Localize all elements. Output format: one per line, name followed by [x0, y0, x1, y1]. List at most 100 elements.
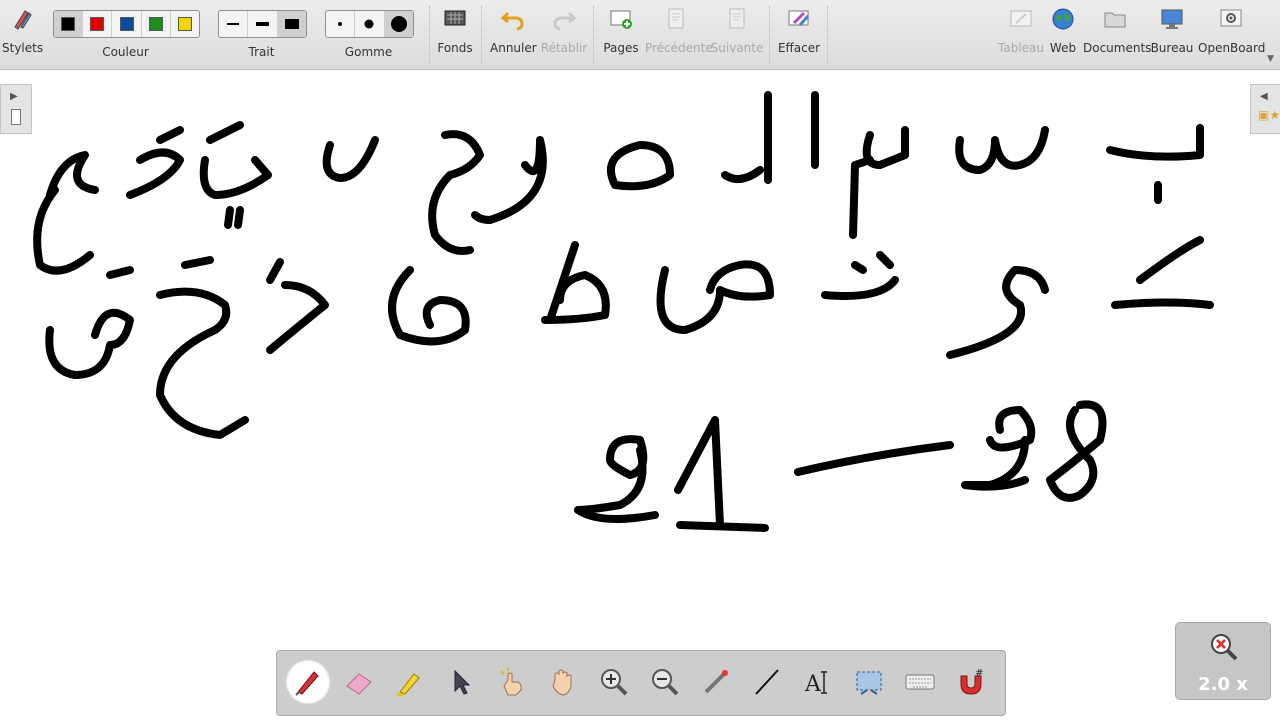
- stylets-label: Stylets: [2, 41, 44, 55]
- desktop-icon: [1161, 9, 1183, 29]
- line-icon: [755, 669, 779, 695]
- stroke-sin: [955, 126, 1049, 174]
- clear-board-icon: [788, 10, 810, 26]
- whiteboard-canvas[interactable]: [0, 70, 1280, 650]
- line-thin[interactable]: [219, 11, 249, 37]
- zoom-reset-icon: [1211, 634, 1238, 661]
- line-thick[interactable]: [277, 11, 306, 37]
- bureau-label: Bureau: [1150, 41, 1194, 55]
- laser-tool-button[interactable]: [693, 659, 739, 705]
- text-tool-button[interactable]: A: [795, 659, 841, 705]
- text-icon: A: [804, 671, 827, 697]
- tableau-label: Tableau: [998, 41, 1044, 55]
- annuler-label: Annuler: [490, 41, 537, 55]
- retablir-label: Rétablir: [540, 41, 588, 55]
- svg-text:#: #: [975, 668, 983, 679]
- precedente-label: Précédente: [645, 41, 713, 55]
- suivante-label: Suivante: [710, 41, 764, 55]
- web-button[interactable]: Web: [1047, 0, 1079, 66]
- separator: [481, 6, 482, 64]
- stroke-ba: [1106, 124, 1204, 161]
- couleur-label: Couleur: [102, 45, 149, 59]
- openboard-label: OpenBoard: [1198, 41, 1266, 55]
- pages-label: Pages: [603, 41, 639, 55]
- annuler-button[interactable]: Annuler: [490, 0, 537, 66]
- gomme-label: Gomme: [344, 45, 393, 59]
- fonds-button[interactable]: Fonds: [435, 0, 475, 66]
- precedente-button[interactable]: Précédente: [645, 0, 713, 66]
- play-tool-button[interactable]: [489, 659, 535, 705]
- pen-tool-button[interactable]: [285, 659, 331, 705]
- zoom-out-button[interactable]: [642, 659, 688, 705]
- zoom-indicator[interactable]: 2.0 x: [1175, 622, 1271, 700]
- next-page-icon: [729, 8, 745, 29]
- color-yellow[interactable]: [171, 11, 199, 37]
- stroke-ain: [33, 151, 99, 275]
- documents-label: Documents: [1083, 41, 1152, 55]
- stroke-mim: [849, 126, 909, 239]
- selector-tool-button[interactable]: [438, 659, 484, 705]
- suivante-button[interactable]: Suivante: [710, 0, 764, 66]
- overflow-arrow-icon[interactable]: ▼: [1267, 54, 1274, 64]
- retablir-button[interactable]: Rétablir: [540, 0, 588, 66]
- magnet-tool-button[interactable]: #: [948, 659, 994, 705]
- bureau-button[interactable]: Bureau: [1150, 0, 1194, 66]
- openboard-button[interactable]: OpenBoard: [1198, 0, 1266, 66]
- eraser-large[interactable]: [384, 11, 413, 37]
- tableau-button[interactable]: Tableau: [998, 0, 1044, 66]
- color-palette: [53, 10, 200, 38]
- stroke-sad: [656, 260, 774, 334]
- settings-icon: [1220, 9, 1242, 27]
- stroke-dash: [794, 441, 954, 476]
- hand-tool-button[interactable]: [540, 659, 586, 705]
- keyboard-icon: [905, 674, 935, 690]
- documents-button[interactable]: Documents: [1083, 0, 1152, 66]
- marker-icon: [397, 673, 420, 697]
- line-width-group: [218, 10, 307, 38]
- laser-icon: [704, 670, 728, 694]
- stroke-kaf: [1111, 236, 1214, 309]
- background-grid-icon: [444, 10, 466, 26]
- capture-tool-button[interactable]: [846, 659, 892, 705]
- tool-dock: A #: [276, 650, 1006, 716]
- board-icon: [1010, 10, 1032, 27]
- stroke-ghain: [156, 256, 249, 439]
- separator: [593, 6, 594, 64]
- undo-icon: [500, 11, 524, 31]
- eraser-tool-button[interactable]: [336, 659, 382, 705]
- stroke-ya: [199, 121, 272, 229]
- zoom-level-text: 2.0 x: [1198, 674, 1248, 695]
- stylets-button[interactable]: Stylets: [2, 0, 44, 66]
- eraser-small[interactable]: [326, 11, 356, 37]
- separator: [827, 6, 828, 64]
- pointer-icon: [454, 669, 471, 695]
- effacer-button[interactable]: Effacer: [776, 0, 822, 66]
- stroke-digit-1: [674, 416, 769, 532]
- color-black[interactable]: [54, 11, 84, 37]
- pages-button[interactable]: Pages: [600, 0, 642, 66]
- eraser-icon: [346, 673, 372, 695]
- stroke-nun: [322, 136, 379, 182]
- zoom-in-button[interactable]: [591, 659, 637, 705]
- color-blue[interactable]: [112, 11, 142, 37]
- keyboard-button[interactable]: [897, 659, 943, 705]
- eraser-medium[interactable]: [355, 11, 385, 37]
- separator: [429, 6, 430, 64]
- pens-icon: [14, 10, 32, 30]
- marker-tool-button[interactable]: [387, 659, 433, 705]
- color-green[interactable]: [142, 11, 171, 37]
- stroke-kha: [266, 258, 329, 354]
- interact-hand-icon: [500, 668, 522, 696]
- add-page-icon: [610, 10, 632, 29]
- stroke-digit-2b: [961, 406, 1036, 491]
- effacer-label: Effacer: [777, 41, 821, 55]
- stroke-ha-2: [428, 130, 484, 255]
- line-tool-button[interactable]: [744, 659, 790, 705]
- color-red[interactable]: [83, 11, 113, 37]
- line-medium[interactable]: [248, 11, 278, 37]
- ink-strokes: [33, 91, 1214, 532]
- hand-icon: [552, 669, 572, 696]
- svg-text:A: A: [804, 672, 822, 697]
- separator: [769, 6, 770, 64]
- pen-icon: [295, 671, 319, 696]
